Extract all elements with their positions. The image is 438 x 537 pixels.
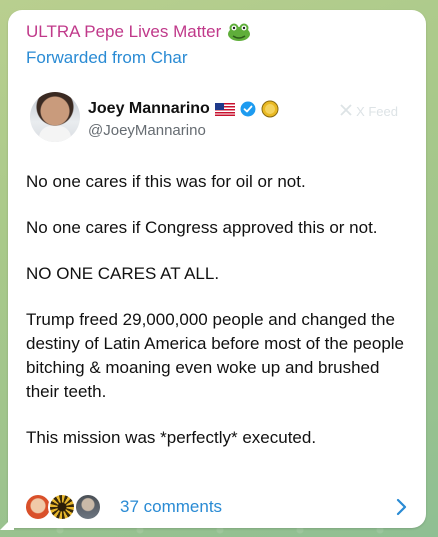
chevron-right-icon[interactable]	[396, 498, 408, 516]
x-logo-icon	[340, 104, 352, 119]
forwarded-from-label[interactable]: Forwarded from Char	[26, 48, 188, 68]
tweet-author-name: Joey Mannarino	[88, 100, 279, 118]
verified-icon	[240, 101, 256, 117]
coin-icon	[261, 100, 279, 118]
sender-name[interactable]: ULTRA Pepe Lives Matter	[26, 22, 251, 42]
sender-name-label: ULTRA Pepe Lives Matter	[26, 22, 222, 41]
frog-icon	[227, 22, 251, 42]
commenter-avatar	[74, 493, 102, 521]
tweet-paragraph: Trump freed 29,000,000 people and change…	[26, 310, 405, 401]
comments-link[interactable]: 37 comments	[8, 488, 426, 528]
tweet-screenshot: Joey Mannarino @JoeyMannarino X Feed No …	[18, 82, 412, 490]
avatar	[30, 92, 80, 142]
message-bubble[interactable]: ULTRA Pepe Lives Matter Forwarded from C…	[8, 10, 426, 528]
us-flag-icon	[214, 102, 235, 116]
tweet-paragraph: This mission was *perfectly* executed.	[26, 428, 317, 447]
tweet-text: No one cares if this was for oil or not.…	[26, 170, 410, 472]
tweet-paragraph: No one cares if this was for oil or not.	[26, 172, 306, 191]
tweet-author-label: Joey Mannarino	[88, 100, 210, 117]
avatar-shirt	[39, 126, 71, 142]
tweet-paragraph: NO ONE CARES AT ALL.	[26, 264, 220, 283]
comments-count-label[interactable]: 37 comments	[120, 497, 222, 517]
tweet-paragraph: No one cares if Congress approved this o…	[26, 218, 378, 237]
tweet-author-handle: @JoeyMannarino	[88, 122, 206, 139]
x-watermark-label: X Feed	[356, 104, 398, 119]
commenter-avatar	[48, 493, 76, 521]
x-watermark: X Feed	[340, 104, 398, 119]
